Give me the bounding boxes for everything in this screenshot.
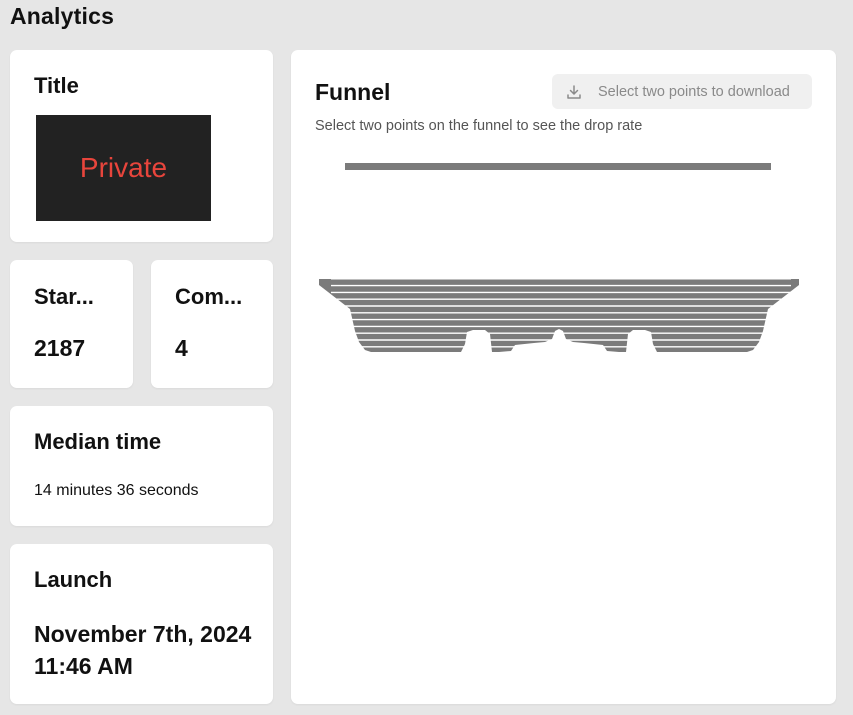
median-time-card: Median time 14 minutes 36 seconds: [10, 406, 273, 526]
starts-value: 2187: [34, 335, 86, 361]
completions-value: 4: [175, 335, 188, 361]
funnel-top-step[interactable]: [345, 163, 771, 170]
starts-heading: Star...: [34, 284, 94, 309]
completions-heading: Com...: [175, 284, 243, 309]
title-card-heading: Title: [34, 73, 79, 98]
funnel-card: Funnel Select two points to download Sel…: [291, 50, 836, 704]
video-thumbnail[interactable]: Private: [36, 115, 211, 221]
page-title: Analytics: [10, 3, 115, 29]
funnel-chart[interactable]: [291, 50, 836, 704]
launch-card: Launch November 7th, 2024 11:46 AM: [10, 544, 273, 704]
median-time-value: 14 minutes 36 seconds: [34, 482, 199, 499]
median-time-heading: Median time: [34, 429, 162, 454]
title-card: Title Private: [10, 50, 273, 242]
private-label: Private: [79, 152, 168, 183]
launch-value: November 7th, 2024 11:46 AM: [34, 621, 252, 679]
starts-card: Star... 2187: [10, 260, 133, 388]
completions-card: Com... 4: [151, 260, 273, 388]
launch-heading: Launch: [34, 567, 113, 592]
funnel-shape[interactable]: [319, 279, 799, 352]
